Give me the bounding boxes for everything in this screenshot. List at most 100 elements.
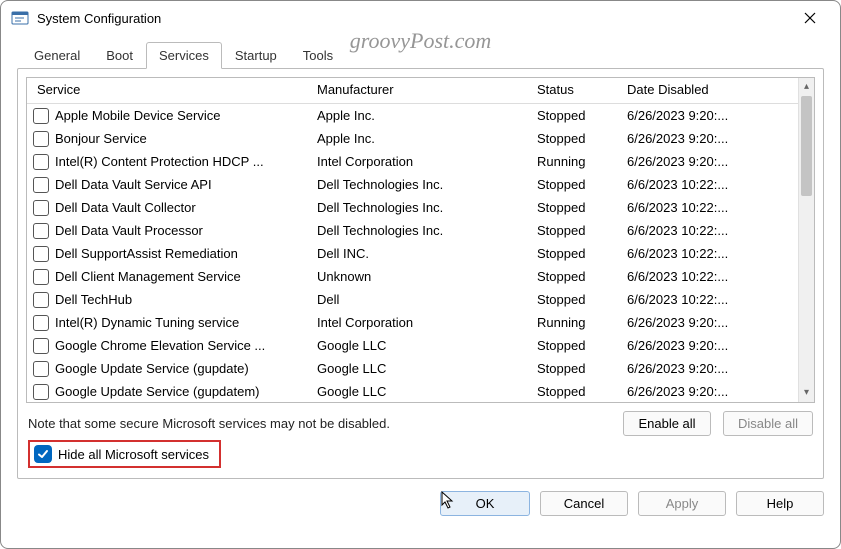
row-checkbox[interactable]: [33, 269, 49, 285]
scrollbar-thumb[interactable]: [801, 96, 812, 196]
status-cell: Stopped: [527, 268, 617, 285]
date-disabled-cell: 6/26/2023 9:20:...: [617, 383, 798, 400]
service-name: Bonjour Service: [55, 131, 147, 146]
manufacturer-cell: Google LLC: [307, 337, 527, 354]
service-name: Google Update Service (gupdate): [55, 361, 249, 376]
row-checkbox[interactable]: [33, 384, 49, 400]
row-checkbox[interactable]: [33, 361, 49, 377]
row-checkbox[interactable]: [33, 131, 49, 147]
date-disabled-cell: 6/6/2023 10:22:...: [617, 268, 798, 285]
status-cell: Stopped: [527, 176, 617, 193]
services-list: Service Manufacturer Status Date Disable…: [26, 77, 815, 403]
tab-general[interactable]: General: [21, 42, 93, 69]
manufacturer-cell: Dell Technologies Inc.: [307, 176, 527, 193]
table-row[interactable]: Google Chrome Elevation Service ... Googl…: [27, 334, 798, 357]
service-name: Apple Mobile Device Service: [55, 108, 220, 123]
status-cell: Stopped: [527, 222, 617, 239]
service-name: Intel(R) Dynamic Tuning service: [55, 315, 239, 330]
manufacturer-cell: Google LLC: [307, 383, 527, 400]
ok-button[interactable]: OK: [440, 491, 530, 516]
tab-startup[interactable]: Startup: [222, 42, 290, 69]
scrollbar-down-arrow[interactable]: ▾: [799, 384, 814, 402]
close-button[interactable]: [790, 8, 830, 29]
table-row[interactable]: Google Update Service (gupdate) Google LL…: [27, 357, 798, 380]
table-row[interactable]: Dell Data Vault CollectorDell Technologi…: [27, 196, 798, 219]
table-row[interactable]: Apple Mobile Device ServiceApple Inc.Sto…: [27, 104, 798, 127]
column-header-manufacturer[interactable]: Manufacturer: [307, 78, 527, 103]
titlebar[interactable]: System Configuration: [1, 1, 840, 35]
date-disabled-cell: 6/26/2023 9:20:...: [617, 107, 798, 124]
table-row[interactable]: Dell Client Management Service UnknownSto…: [27, 265, 798, 288]
table-row[interactable]: Bonjour ServiceApple Inc.Stopped6/26/202…: [27, 127, 798, 150]
service-name: Dell Client Management Service: [55, 269, 241, 284]
help-button[interactable]: Help: [736, 491, 824, 516]
status-cell: Running: [527, 314, 617, 331]
status-cell: Stopped: [527, 291, 617, 308]
manufacturer-cell: Apple Inc.: [307, 107, 527, 124]
table-row[interactable]: Dell Data Vault Service APIDell Technolo…: [27, 173, 798, 196]
tab-tools[interactable]: Tools: [290, 42, 346, 69]
tab-services[interactable]: Services: [146, 42, 222, 69]
date-disabled-cell: 6/26/2023 9:20:...: [617, 314, 798, 331]
dialog-button-row: OK Cancel Apply Help: [1, 479, 840, 530]
enable-all-button[interactable]: Enable all: [623, 411, 711, 436]
status-cell: Stopped: [527, 360, 617, 377]
manufacturer-cell: Dell INC.: [307, 245, 527, 262]
apply-button[interactable]: Apply: [638, 491, 726, 516]
hide-microsoft-services-highlight: Hide all Microsoft services: [28, 440, 221, 468]
tab-services-panel: Service Manufacturer Status Date Disable…: [17, 68, 824, 479]
row-checkbox[interactable]: [33, 108, 49, 124]
window-title: System Configuration: [37, 11, 161, 26]
manufacturer-cell: Unknown: [307, 268, 527, 285]
row-checkbox[interactable]: [33, 200, 49, 216]
date-disabled-cell: 6/6/2023 10:22:...: [617, 199, 798, 216]
system-configuration-window: System Configuration groovyPost.com Gene…: [0, 0, 841, 549]
manufacturer-cell: Intel Corporation: [307, 314, 527, 331]
service-name: Google Chrome Elevation Service ...: [55, 338, 265, 353]
manufacturer-cell: Dell Technologies Inc.: [307, 199, 527, 216]
scrollbar-up-arrow[interactable]: ▴: [799, 78, 814, 96]
secure-services-note: Note that some secure Microsoft services…: [28, 416, 611, 431]
date-disabled-cell: 6/6/2023 10:22:...: [617, 176, 798, 193]
disable-all-button[interactable]: Disable all: [723, 411, 813, 436]
status-cell: Stopped: [527, 245, 617, 262]
cancel-button[interactable]: Cancel: [540, 491, 628, 516]
tab-boot[interactable]: Boot: [93, 42, 146, 69]
manufacturer-cell: Dell: [307, 291, 527, 308]
scrollbar-track[interactable]: [799, 96, 814, 384]
row-checkbox[interactable]: [33, 177, 49, 193]
tab-strip: GeneralBootServicesStartupTools: [1, 35, 840, 68]
row-checkbox[interactable]: [33, 338, 49, 354]
manufacturer-cell: Google LLC: [307, 360, 527, 377]
service-name: Dell SupportAssist Remediation: [55, 246, 238, 261]
table-row[interactable]: Dell SupportAssist Remediation Dell INC.S…: [27, 242, 798, 265]
table-row[interactable]: Intel(R) Content Protection HDCP ...Inte…: [27, 150, 798, 173]
table-row[interactable]: Dell Data Vault Processor Dell Technologi…: [27, 219, 798, 242]
row-checkbox[interactable]: [33, 315, 49, 331]
table-row[interactable]: Dell TechHubDellStopped6/6/2023 10:22:..…: [27, 288, 798, 311]
service-name: Google Update Service (gupdatem): [55, 384, 260, 399]
manufacturer-cell: Intel Corporation: [307, 153, 527, 170]
column-header-status[interactable]: Status: [527, 78, 617, 103]
table-row[interactable]: Intel(R) Dynamic Tuning service Intel Cor…: [27, 311, 798, 334]
row-checkbox[interactable]: [33, 292, 49, 308]
date-disabled-cell: 6/26/2023 9:20:...: [617, 130, 798, 147]
status-cell: Stopped: [527, 337, 617, 354]
date-disabled-cell: 6/26/2023 9:20:...: [617, 360, 798, 377]
row-checkbox[interactable]: [33, 154, 49, 170]
table-row[interactable]: Google Update Service (gupdatem) Google L…: [27, 380, 798, 402]
column-header-date-disabled[interactable]: Date Disabled: [617, 78, 798, 103]
service-name: Dell Data Vault Processor: [55, 223, 203, 238]
row-checkbox[interactable]: [33, 223, 49, 239]
row-checkbox[interactable]: [33, 246, 49, 262]
status-cell: Stopped: [527, 199, 617, 216]
vertical-scrollbar[interactable]: ▴ ▾: [798, 78, 814, 402]
hide-microsoft-services-label[interactable]: Hide all Microsoft services: [58, 447, 209, 462]
column-header-service[interactable]: Service: [27, 78, 307, 103]
date-disabled-cell: 6/6/2023 10:22:...: [617, 222, 798, 239]
manufacturer-cell: Dell Technologies Inc.: [307, 222, 527, 239]
date-disabled-cell: 6/6/2023 10:22:...: [617, 245, 798, 262]
services-rows: Apple Mobile Device ServiceApple Inc.Sto…: [27, 104, 798, 402]
status-cell: Stopped: [527, 130, 617, 147]
hide-microsoft-services-checkbox[interactable]: [34, 445, 52, 463]
